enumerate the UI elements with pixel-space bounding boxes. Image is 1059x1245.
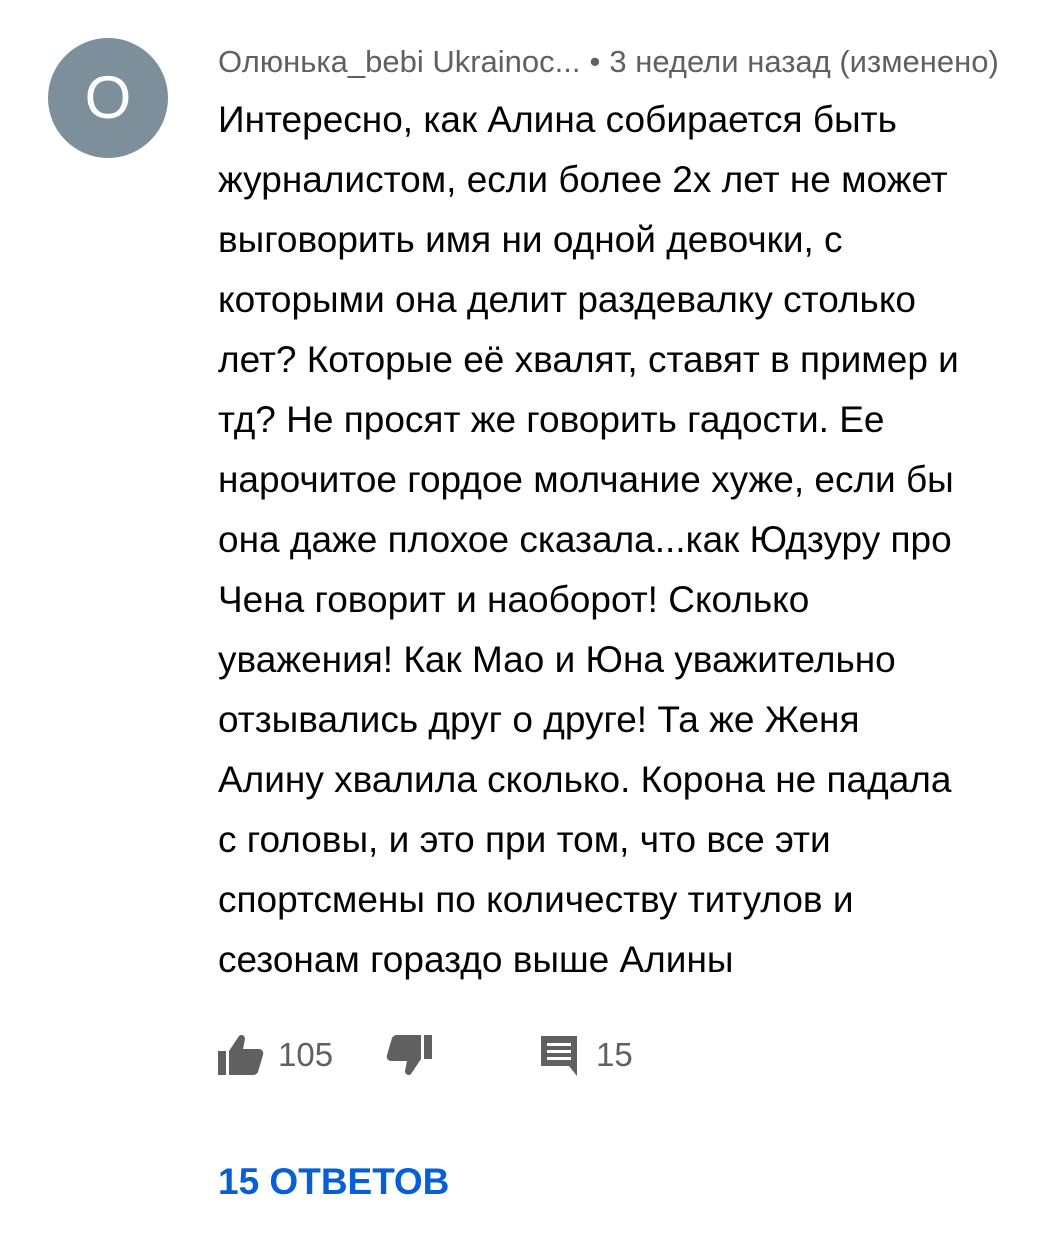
avatar[interactable]: О — [48, 38, 168, 158]
comment-text-line: с головы, и это при том, что все эти — [218, 819, 831, 860]
comment-text-line: Алину хвалила сколько. Корона не падала — [218, 759, 952, 800]
comment-text-line: уважения! Как Мао и Юна уважительно — [218, 639, 896, 680]
comment-header: Олюнька_bebi Ukrainoc... • 3 недели назад … — [218, 38, 1059, 86]
comment-text-line: Чена говорит и наоборот! Сколько — [218, 579, 810, 620]
meta-separator: • — [589, 44, 601, 79]
comment-time: 3 недели назад (изменено) — [609, 44, 999, 79]
comment-icon — [538, 1033, 580, 1077]
view-replies-button[interactable]: 15 ОТВЕТОВ — [218, 1156, 449, 1208]
comment-text-line: лет? Которые её хвалят, ставят в пример … — [218, 339, 959, 380]
comment-text-line: тд? Не просят же говорить гадости. Ее — [218, 399, 885, 440]
like-count: 105 — [278, 1036, 334, 1073]
comment-text-line: которыми она делит раздевалку столько — [218, 279, 917, 320]
comment-text-line: сезонам гораздо выше Алины — [218, 939, 734, 980]
dislike-button[interactable] — [386, 1030, 432, 1080]
comment-text-line: нарочитое гордое молчание хуже, если бы — [218, 459, 954, 500]
thumbs-down-icon — [386, 1033, 432, 1077]
comment-text-line: отзывались друг о друге! Та же Женя — [218, 699, 860, 740]
comment-text: Интересно, как Алина собирается быть жур… — [218, 90, 1059, 990]
thumbs-up-icon — [218, 1033, 264, 1077]
comment: О Олюнька_bebi Ukrainoc... • 3 недели наза… — [0, 0, 1059, 1245]
comment-text-line: выговорить имя ни одной девочки, с — [218, 219, 843, 260]
reply-button[interactable]: 15 — [538, 1030, 633, 1080]
author-name[interactable]: Олюнька_bebi Ukrainoc... — [218, 44, 580, 79]
comment-actions: 105 15 — [218, 1030, 918, 1080]
like-button[interactable]: 105 — [218, 1030, 333, 1080]
comment-text-line: журналистом, если более 2х лет не может — [218, 159, 948, 200]
comment-text-line: Интересно, как Алина собирается быть — [218, 99, 897, 140]
comment-text-line: спортсмены по количеству титулов и — [218, 879, 854, 920]
reply-count: 15 — [596, 1036, 633, 1073]
comment-text-line: она даже плохое сказала...как Юдзуру про — [218, 519, 952, 560]
